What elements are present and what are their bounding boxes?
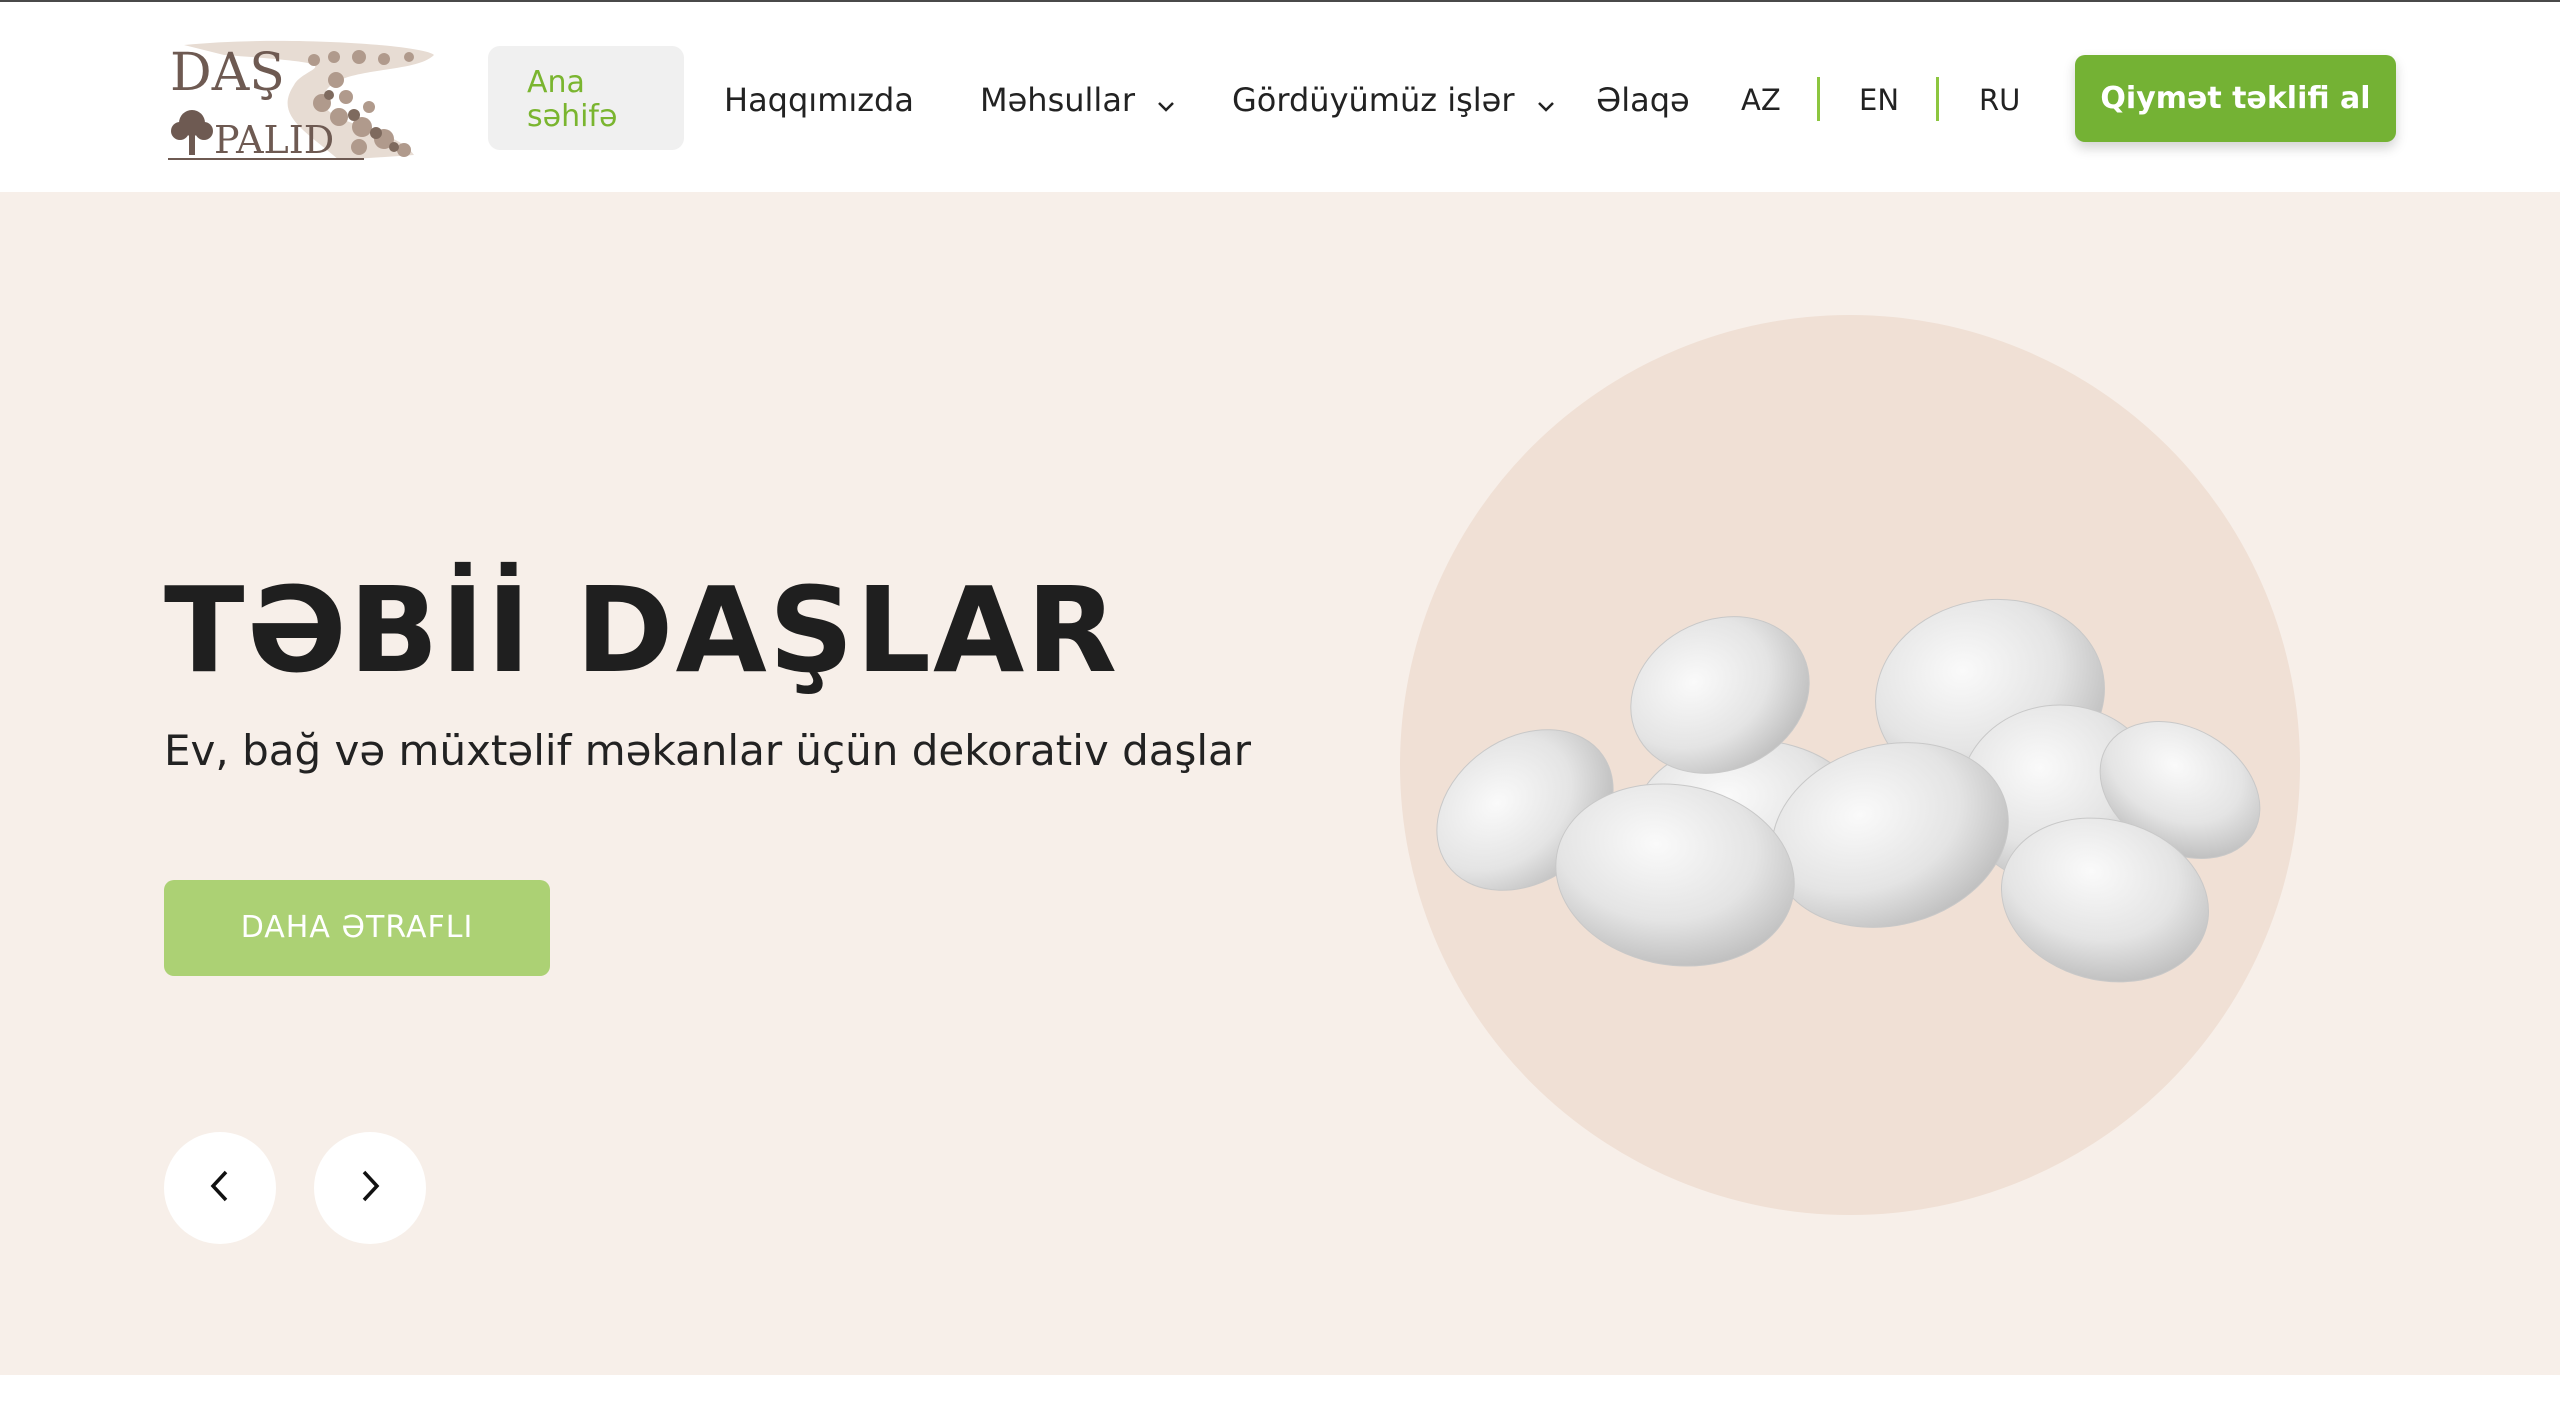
svg-text:PALID: PALID (214, 118, 334, 162)
chevron-down-icon (1537, 82, 1555, 122)
hero-title: TƏBİİ DAŞLAR (164, 561, 1120, 699)
site-header: DAŞ PALID Ana səhifə Haqqımızda Məhsulla… (0, 2, 2560, 192)
chevron-down-icon (1157, 82, 1175, 122)
chevron-right-icon (359, 1169, 381, 1207)
nav-about-label: Haqqımızda (724, 81, 914, 119)
slider-prev-button[interactable] (164, 1132, 276, 1244)
nav-works[interactable]: Gördüyümüz işlər (1232, 80, 1555, 122)
lang-ru[interactable]: RU (1979, 82, 2020, 118)
nav-contact-label: Əlaqə (1596, 81, 1690, 119)
page-below-hero (0, 1375, 2560, 1425)
nav-products[interactable]: Məhsullar (980, 80, 1175, 122)
lang-az[interactable]: AZ (1741, 82, 1781, 118)
nav-about[interactable]: Haqqımızda (724, 80, 914, 120)
nav-works-label: Gördüyümüz işlər (1232, 81, 1515, 119)
lang-divider (1817, 77, 1820, 121)
lang-divider (1936, 77, 1939, 121)
hero-subtitle: Ev, bağ və müxtəlif məkanlar üçün dekora… (164, 726, 1252, 775)
hero-stones-image (1400, 315, 2300, 1215)
site-logo[interactable]: DAŞ PALID (164, 35, 454, 165)
svg-text:DAŞ: DAŞ (170, 43, 285, 103)
nav-home[interactable]: Ana səhifə (488, 46, 684, 150)
hero-slider: TƏBİİ DAŞLAR Ev, bağ və müxtəlif məkanla… (0, 192, 2560, 1375)
more-info-button[interactable]: DAHA ƏTRAFLI (164, 880, 550, 976)
logo-graphic: DAŞ PALID (168, 40, 434, 162)
nav-products-label: Məhsullar (980, 81, 1136, 119)
slider-next-button[interactable] (314, 1132, 426, 1244)
chevron-left-icon (209, 1169, 231, 1207)
quote-request-button[interactable]: Qiymət təklifi al (2075, 55, 2396, 142)
nav-contact[interactable]: Əlaqə (1596, 80, 1690, 120)
lang-en[interactable]: EN (1859, 82, 1899, 118)
